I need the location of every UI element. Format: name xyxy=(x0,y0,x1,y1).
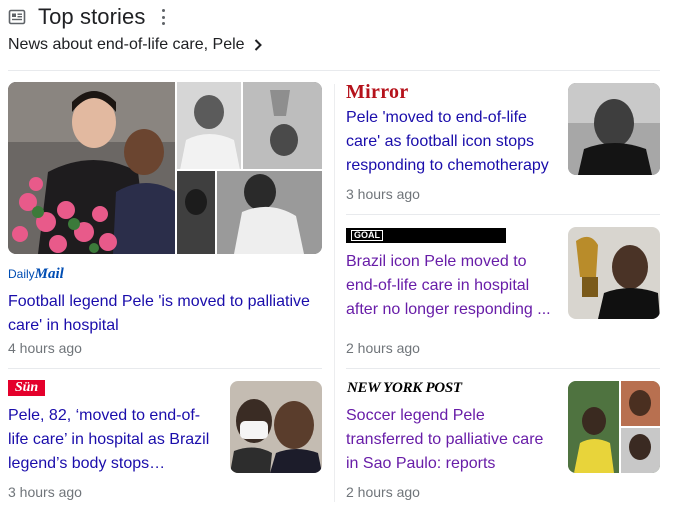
story-time: 4 hours ago xyxy=(8,340,82,356)
story-thumbnail[interactable] xyxy=(230,381,322,473)
story-time: 2 hours ago xyxy=(346,484,420,500)
story-thumbnail[interactable] xyxy=(568,227,660,319)
divider xyxy=(346,214,660,215)
logo-text: Mail xyxy=(34,266,64,282)
publisher-logo-dailymail: Daily Mail xyxy=(8,266,64,283)
divider xyxy=(8,368,322,369)
story-time: 3 hours ago xyxy=(346,186,420,202)
story-headline[interactable]: Pele 'moved to end-of-life care' as foot… xyxy=(346,106,556,178)
more-vert-icon[interactable] xyxy=(161,9,165,25)
story-time: 3 hours ago xyxy=(8,484,82,500)
column-divider xyxy=(334,84,335,502)
publisher-logo-nypost: NEW YORK POST xyxy=(347,380,462,396)
topic-label: News about end-of-life care, Pele xyxy=(8,36,245,53)
top-stories-header: Top stories xyxy=(8,4,165,30)
logo-text: GOAL xyxy=(351,230,383,241)
publisher-logo-sun: Sün xyxy=(8,380,45,396)
story-time: 2 hours ago xyxy=(346,340,420,356)
divider xyxy=(8,70,660,71)
divider xyxy=(346,368,660,369)
story-headline[interactable]: Soccer legend Pele transferred to pallia… xyxy=(346,404,558,476)
story-thumbnail[interactable] xyxy=(568,83,660,175)
story-image-collage[interactable] xyxy=(8,82,322,254)
chevron-right-icon xyxy=(254,39,262,51)
publisher-logo-goal: GOAL xyxy=(346,228,506,243)
publisher-logo-mirror: Mirror xyxy=(346,81,409,103)
story-headline[interactable]: Pele, 82, ‘moved to end-of-life care’ in… xyxy=(8,404,220,476)
topic-link[interactable]: News about end-of-life care, Pele xyxy=(8,36,263,54)
story-thumbnail[interactable] xyxy=(568,381,660,473)
section-title: Top stories xyxy=(38,4,146,29)
story-headline[interactable]: Brazil icon Pele moved to end-of-life ca… xyxy=(346,250,558,322)
logo-text: Daily xyxy=(8,267,35,281)
news-icon xyxy=(8,9,26,25)
story-headline[interactable]: Football legend Pele 'is moved to pallia… xyxy=(8,290,320,338)
